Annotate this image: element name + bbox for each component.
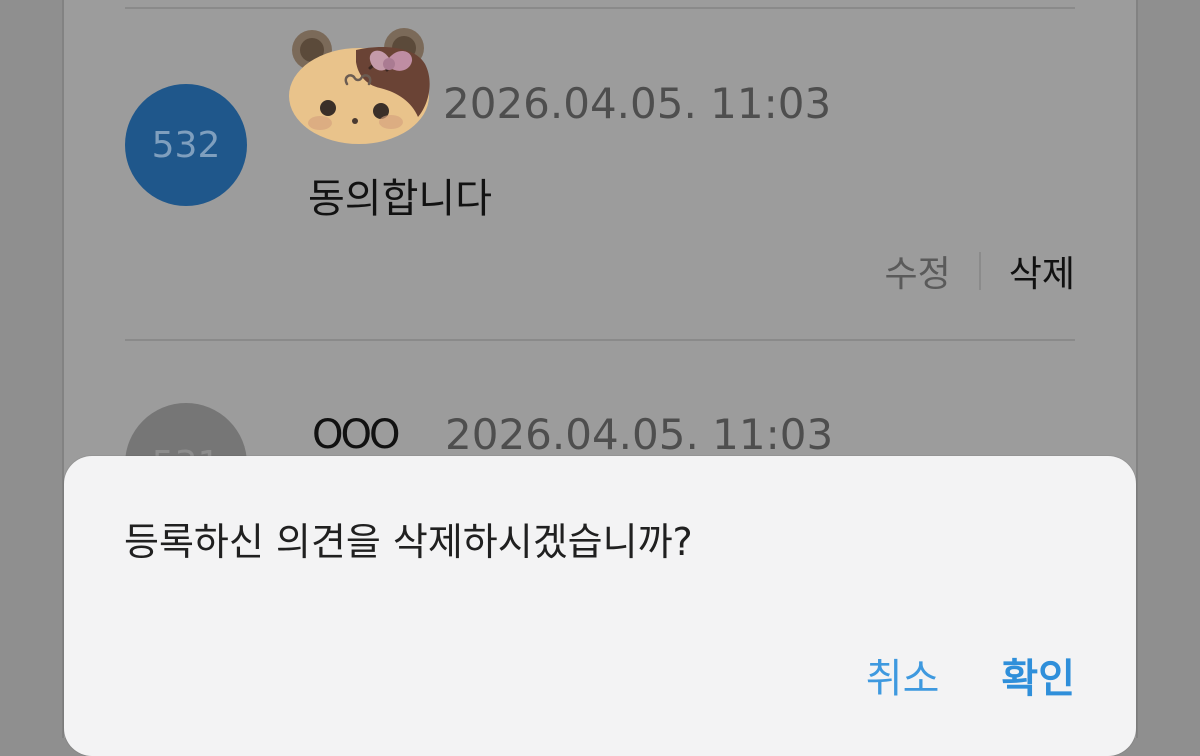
bear-avatar-icon [286, 26, 436, 144]
confirm-button[interactable]: 확인 [1001, 646, 1075, 704]
comment-author: OOO [312, 412, 400, 458]
delete-comment-button[interactable]: 삭제 [1009, 245, 1075, 297]
comment-body: 동의합니다 [308, 176, 492, 222]
action-separator [978, 252, 981, 290]
comment-number-badge: 532 [125, 84, 247, 206]
comment-actions: 수정 삭제 [885, 245, 1075, 297]
dialog-message: 등록하신 의견을 삭제하시겠습니까? [124, 520, 693, 564]
edit-comment-button[interactable]: 수정 [885, 245, 951, 297]
cancel-button[interactable]: 취소 [866, 646, 940, 704]
comment-divider [125, 339, 1075, 341]
delete-confirm-dialog: 등록하신 의견을 삭제하시겠습니까? 취소 확인 [64, 456, 1136, 756]
comment-divider-top [125, 7, 1075, 9]
comment-page: 532 2026.04.05. 11:03 동의합니다 수정 삭제 531 [0, 0, 1200, 756]
dialog-actions: 취소 확인 [866, 646, 1075, 704]
comment-timestamp: 2026.04.05. 11:03 [443, 79, 832, 128]
comment-timestamp: 2026.04.05. 11:03 [445, 410, 834, 459]
